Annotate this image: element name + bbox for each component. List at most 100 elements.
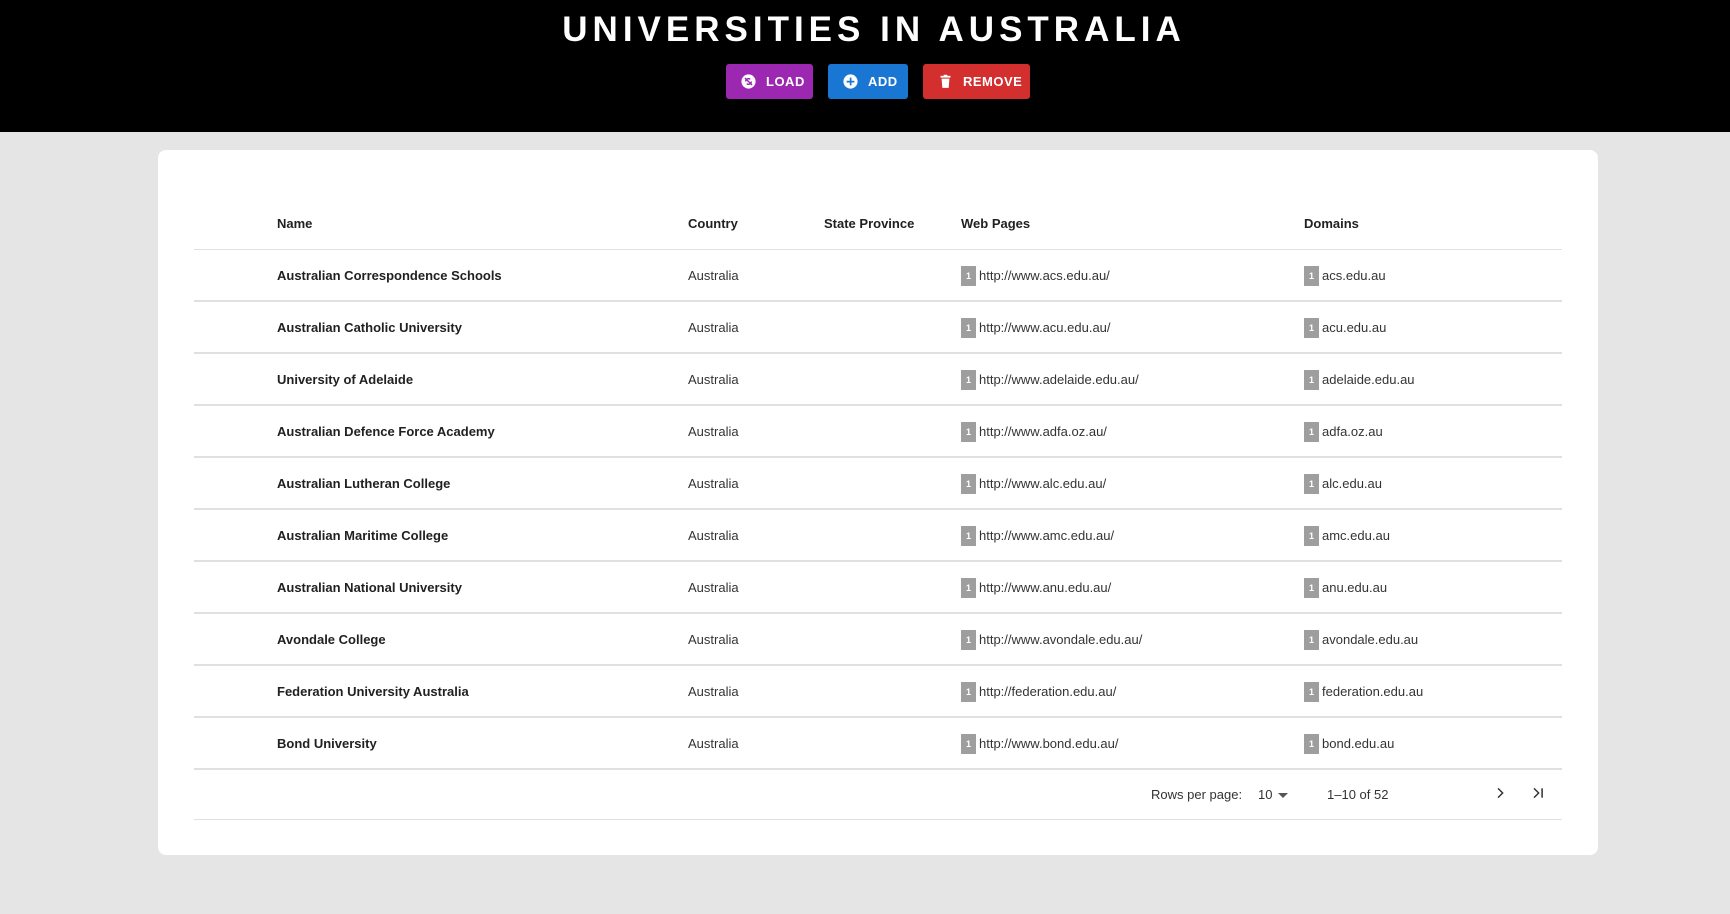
cell-name: Australian Maritime College [277, 527, 449, 543]
load-button[interactable]: LOAD [726, 64, 813, 99]
cell-country: Australia [688, 423, 739, 439]
table-row[interactable]: Australian Catholic University Australia… [194, 302, 1562, 354]
web-page-url: http://www.adfa.oz.au/ [979, 423, 1107, 439]
cell-country: Australia [688, 735, 739, 751]
web-count-badge: 1 [961, 318, 976, 338]
cell-web-pages: 1 http://federation.edu.au/ [961, 666, 1116, 716]
cell-country: Australia [688, 267, 739, 283]
table-card: Name Country State Province Web Pages Do… [158, 150, 1598, 855]
chevron-right-icon [1492, 785, 1508, 806]
table-row[interactable]: Australian Maritime College Australia 1h… [194, 510, 1562, 562]
web-count-badge: 1 [961, 422, 976, 442]
next-page-button[interactable] [1487, 782, 1513, 808]
cell-name: Australian Correspondence Schools [277, 267, 502, 283]
cell-web-pages: 1 http://www.anu.edu.au/ [961, 562, 1111, 612]
table-row[interactable]: Australian Defence Force Academy Austral… [194, 406, 1562, 458]
table-row[interactable]: University of Adelaide Australia 1 http:/… [194, 354, 1562, 406]
remove-button-label: REMOVE [963, 74, 1023, 89]
domain-count-badge: 1 [1304, 370, 1319, 390]
web-count-badge: 1 [961, 578, 976, 598]
table-row[interactable]: Federation University Australia Australi… [194, 666, 1562, 718]
domain-value: adelaide.edu.au [1322, 371, 1415, 387]
cell-domains: 1 adfa.oz.au [1304, 406, 1383, 456]
table-pagination: Rows per page: 10 1–10 of 52 [194, 770, 1562, 820]
domain-count-badge: 1 [1304, 734, 1319, 754]
domain-count-badge: 1 [1304, 526, 1319, 546]
web-page-url: http://www.anu.edu.au/ [979, 579, 1112, 595]
cell-web-pages: 1 http://www.alc.edu.au/ [961, 458, 1106, 508]
column-header-name[interactable]: Name [277, 192, 312, 249]
web-page-url: http://www.acu.edu.au/ [979, 319, 1111, 335]
domain-value: adfa.oz.au [1322, 423, 1383, 439]
cell-web-pages: 1 http://www.bond.edu.au/ [961, 718, 1118, 768]
sync-disabled-icon [740, 73, 757, 90]
web-count-badge: 1 [961, 474, 976, 494]
cell-domains: 1 bond.edu.au [1304, 718, 1394, 768]
universities-table: Name Country State Province Web Pages Do… [194, 192, 1562, 820]
remove-button[interactable]: REMOVE [923, 64, 1030, 99]
add-circle-icon [842, 73, 859, 90]
domain-count-badge: 1 [1304, 318, 1319, 338]
cell-web-pages: 1 http://www.acu.edu.au/ [961, 302, 1111, 352]
domain-count-badge: 1 [1304, 474, 1319, 494]
cell-domains: 1 acu.edu.au [1304, 302, 1386, 352]
column-header-country[interactable]: Country [688, 192, 738, 249]
domain-value: amc.edu.au [1322, 527, 1390, 543]
cell-country: Australia [688, 631, 739, 647]
table-row[interactable]: Avondale College Australia 1 http://www.a… [194, 614, 1562, 666]
web-page-url: http://www.acs.edu.au/ [979, 267, 1110, 283]
cell-name: University of Adelaide [277, 371, 414, 387]
table-header-row: Name Country State Province Web Pages Do… [194, 192, 1562, 250]
domain-count-badge: 1 [1304, 630, 1319, 650]
pagination-range: 1–10 of 52 [1327, 787, 1389, 802]
last-page-button[interactable] [1525, 782, 1551, 808]
domain-value: bond.edu.au [1322, 735, 1395, 751]
web-count-badge: 1 [961, 370, 976, 390]
cell-name: Avondale College [277, 631, 386, 647]
domain-count-badge: 1 [1304, 682, 1319, 702]
domain-value: anu.edu.au [1322, 579, 1388, 595]
cell-domains: 1 amc.edu.au [1304, 510, 1390, 560]
last-page-icon [1530, 785, 1546, 806]
web-page-url: http://www.adelaide.edu.au/ [979, 371, 1139, 387]
web-page-url: http://www.alc.edu.au/ [979, 475, 1107, 491]
domain-count-badge: 1 [1304, 578, 1319, 598]
app-header: UNIVERSITIES IN AUSTRALIA LOAD ADD REMOV… [0, 0, 1730, 132]
cell-web-pages: 1 http://www.avondale.edu.au/ [961, 614, 1142, 664]
cell-country: Australia [688, 475, 739, 491]
caret-down-icon [1278, 793, 1289, 798]
table-row[interactable]: Australian National University Australia… [194, 562, 1562, 614]
cell-country: Australia [688, 371, 739, 387]
cell-name: Bond University [277, 735, 377, 751]
cell-name: Australian National University [277, 579, 462, 595]
rows-per-page-select[interactable]: 10 [1258, 770, 1289, 819]
column-header-domains[interactable]: Domains [1304, 192, 1359, 249]
load-button-label: LOAD [766, 74, 805, 89]
cell-country: Australia [688, 319, 739, 335]
cell-country: Australia [688, 527, 739, 543]
column-header-web-pages[interactable]: Web Pages [961, 192, 1030, 249]
table-row[interactable]: Australian Correspondence Schools Austra… [194, 250, 1562, 302]
domain-value: acu.edu.au [1322, 319, 1387, 335]
cell-name: Australian Defence Force Academy [277, 423, 495, 439]
cell-country: Australia [688, 683, 739, 699]
table-row[interactable]: Bond University Australia 1 http://www.bo… [194, 718, 1562, 770]
domain-count-badge: 1 [1304, 266, 1319, 286]
table-row[interactable]: Australian Lutheran College Australia 1h… [194, 458, 1562, 510]
cell-web-pages: 1 http://www.adfa.oz.au/ [961, 406, 1107, 456]
web-count-badge: 1 [961, 630, 976, 650]
cell-domains: 1 adelaide.edu.au [1304, 354, 1415, 404]
domain-value: alc.edu.au [1322, 475, 1382, 491]
add-button[interactable]: ADD [828, 64, 908, 99]
domain-value: federation.edu.au [1322, 683, 1424, 699]
page-title: UNIVERSITIES IN AUSTRALIA [562, 10, 1186, 49]
add-button-label: ADD [868, 74, 898, 89]
cell-web-pages: 1 http://www.acs.edu.au/ [961, 250, 1110, 300]
cell-name: Australian Lutheran College [277, 475, 451, 491]
domain-value: avondale.edu.au [1322, 631, 1419, 647]
column-header-state-province[interactable]: State Province [824, 192, 914, 249]
trash-icon [937, 73, 954, 90]
domain-count-badge: 1 [1304, 422, 1319, 442]
cell-domains: 1 federation.edu.au [1304, 666, 1423, 716]
web-count-badge: 1 [961, 266, 976, 286]
